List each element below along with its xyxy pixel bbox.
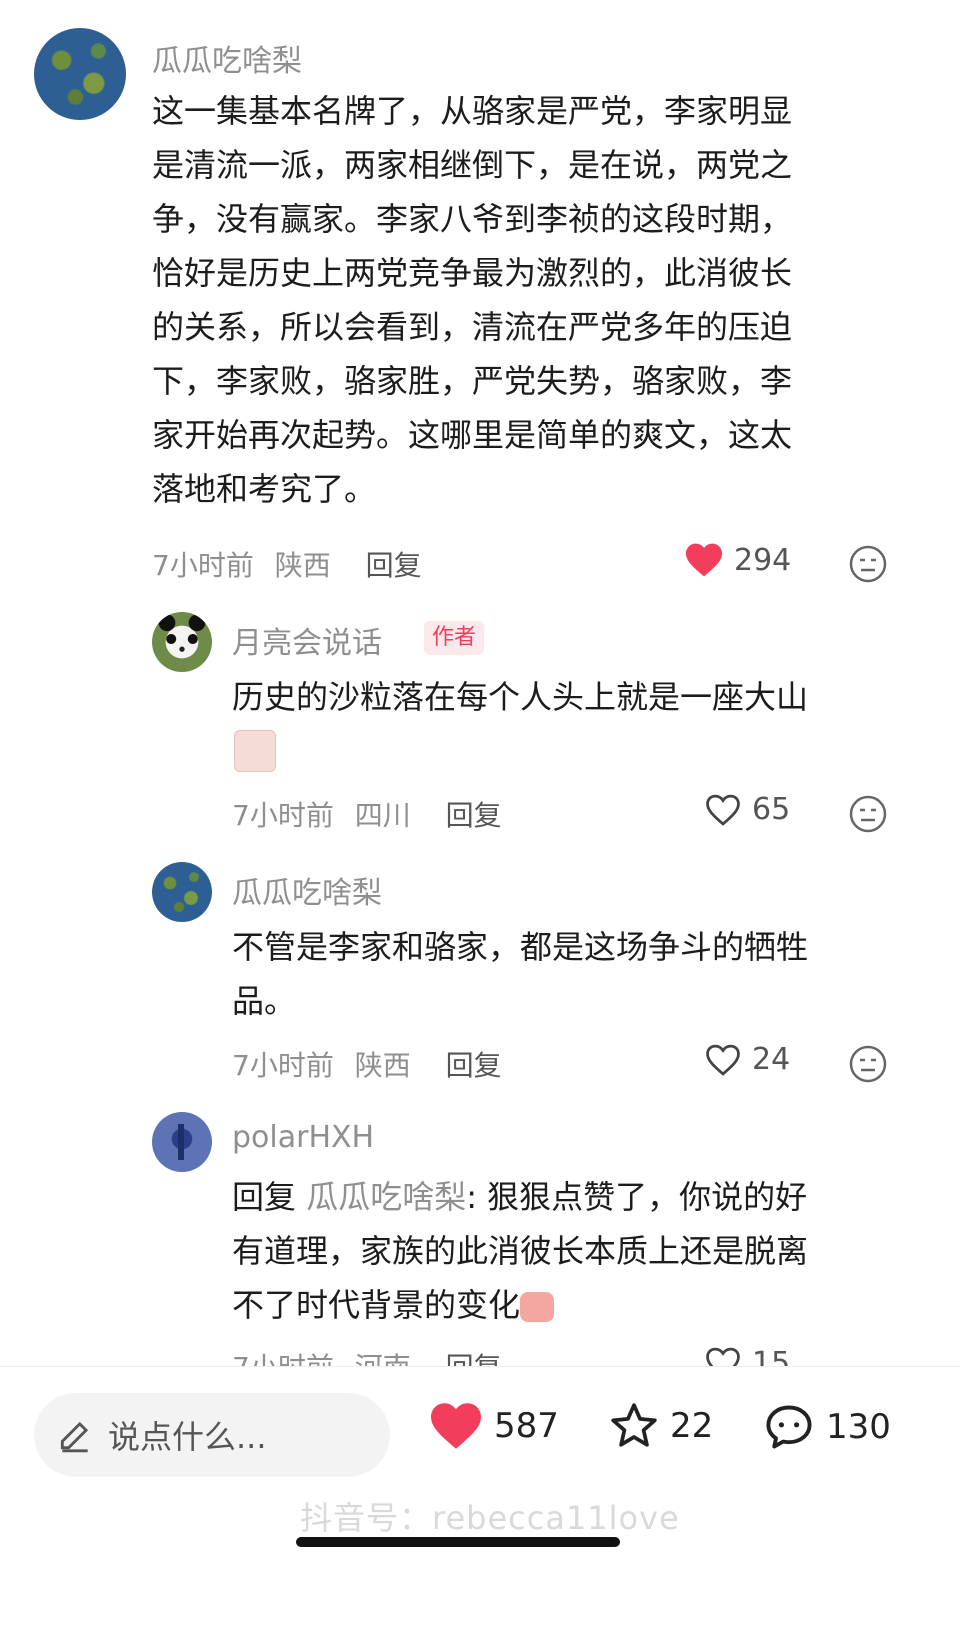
comment-location: 陕西 (354, 1049, 411, 1082)
reply-button[interactable]: 回复 (446, 1049, 502, 1082)
like-count: 65 (752, 792, 791, 827)
comment-text-line: 不管是李家和骆家，都是这场争斗的牺牲 (232, 928, 809, 966)
comment-text-line: 家开始再次起势。这哪里是简单的爽文，这太 (152, 416, 793, 454)
comment-input[interactable]: 说点什么... (34, 1393, 390, 1477)
dislike-face-icon[interactable] (848, 1044, 888, 1084)
video-like-count: 587 (494, 1406, 559, 1446)
thumbs-up-emoji-icon (520, 1292, 555, 1322)
dislike-face-icon[interactable] (848, 544, 888, 584)
comment-meta: 7小时前 陕西 回复 (152, 544, 422, 584)
comment-text-line: 有道理，家族的此消彼长本质上还是脱离 (232, 1232, 809, 1270)
comment-username[interactable]: polarHXH (232, 1120, 374, 1155)
star-icon (611, 1403, 657, 1447)
reply-prefix: 回复 (232, 1178, 307, 1216)
like-button[interactable]: 15 (704, 1346, 790, 1366)
like-count: 24 (752, 1042, 791, 1077)
like-button[interactable]: 294 (684, 542, 791, 578)
favorite-count: 22 (670, 1406, 714, 1446)
heart-outline-icon (706, 1044, 740, 1076)
comment-location: 陕西 (274, 549, 331, 582)
reply-target-user[interactable]: 瓜瓜吃啥梨 (306, 1178, 466, 1216)
comment-meta: 7小时前 陕西 回复 (232, 1044, 502, 1084)
comment-text: 这一集基本名牌了，从骆家是严党，李家明显 是清流一派，两家相继倒下，是在说，两党… (152, 84, 792, 516)
bottom-action-bar: 说点什么... 587 22 130 抖音号：rebecca11love (0, 1366, 960, 1637)
home-indicator[interactable] (296, 1537, 620, 1547)
comment-text: 不管是李家和骆家，都是这场争斗的牺牲 品。 (232, 920, 808, 1028)
reply-button[interactable]: 回复 (446, 799, 502, 832)
avatar[interactable] (152, 612, 212, 672)
comment-input-placeholder: 说点什么... (108, 1418, 267, 1456)
comments-button[interactable]: 130 (762, 1401, 891, 1453)
comment-meta: 7小时前 河南 回复 (232, 1346, 502, 1366)
like-button[interactable]: 65 (704, 792, 790, 827)
avatar[interactable] (152, 862, 212, 922)
avatar[interactable] (152, 1112, 212, 1172)
heart-filled-icon (431, 1403, 481, 1449)
comment-text-line: 下，李家败，骆家胜，严党失势，骆家败，李 (152, 362, 793, 400)
comment-time: 7小时前 (152, 549, 254, 582)
comment-username[interactable]: 瓜瓜吃啥梨 (232, 868, 382, 912)
comment-text-line: 落地和考究了。 (152, 470, 377, 508)
comment-bubble-icon (766, 1405, 812, 1449)
video-like-button[interactable]: 587 (428, 1401, 559, 1451)
comment-text-line: 争，没有赢家。李家八爷到李祯的这段时期， (152, 200, 793, 238)
comment-text-line: 回复 瓜瓜吃啥梨: 狠狠点赞了，你说的好 (232, 1170, 808, 1224)
heart-filled-icon (686, 543, 722, 577)
comment-location: 河南 (355, 1351, 411, 1366)
comment-text-line: 历史的沙粒落在每个人头上就是一座大山 (232, 678, 809, 716)
reply-button[interactable]: 回复 (366, 549, 422, 582)
comment-username[interactable]: 月亮会说话 (232, 618, 382, 662)
comment-text-line: 是清流一派，两家相继倒下，是在说，两党之 (152, 146, 793, 184)
reply-separator: : (466, 1178, 488, 1216)
comment-time: 7小时前 (232, 1049, 334, 1082)
comment-meta: 7小时前 四川 回复 (232, 794, 502, 834)
like-count: 294 (734, 542, 792, 578)
like-button[interactable]: 24 (704, 1042, 790, 1077)
comment-text-segment: 狠狠点赞了，你说的好 (487, 1178, 808, 1216)
comment-text-segment: 不了时代背景的变化 (232, 1286, 521, 1324)
comment-text-line: 的关系，所以会看到，清流在严党多年的压迫 (152, 308, 793, 346)
comment-text: 历史的沙粒落在每个人头上就是一座大山 (232, 670, 808, 724)
reply-button[interactable]: 回复 (446, 1351, 502, 1366)
author-badge: 作者 (424, 621, 485, 655)
comment-username[interactable]: 瓜瓜吃啥梨 (152, 36, 302, 80)
favorite-button[interactable]: 22 (608, 1401, 713, 1451)
comment-count: 130 (826, 1407, 891, 1447)
comment-text-line: 这一集基本名牌了，从骆家是严党，李家明显 (152, 92, 793, 130)
avatar[interactable] (34, 28, 126, 120)
comment-text-line: 恰好是历史上两党竞争最为激烈的，此消彼长 (152, 254, 793, 292)
comment-text-line: 品。 (232, 982, 297, 1020)
comment-text-line: 不了时代背景的变化 (232, 1278, 808, 1332)
heart-outline-icon (706, 1347, 740, 1366)
comment-time: 7小时前 (232, 1351, 334, 1366)
pencil-icon (60, 1421, 89, 1453)
like-count: 15 (752, 1346, 791, 1366)
dislike-face-icon[interactable] (848, 794, 888, 834)
emoji-sticker (234, 730, 276, 772)
heart-outline-icon (706, 794, 740, 826)
watermark: 抖音号：rebecca11love (300, 1499, 680, 1537)
comment-time: 7小时前 (232, 799, 334, 832)
comment-text: 回复 瓜瓜吃啥梨: 狠狠点赞了，你说的好 有道理，家族的此消彼长本质上还是脱离 … (232, 1170, 808, 1332)
comment-location: 四川 (354, 799, 411, 832)
